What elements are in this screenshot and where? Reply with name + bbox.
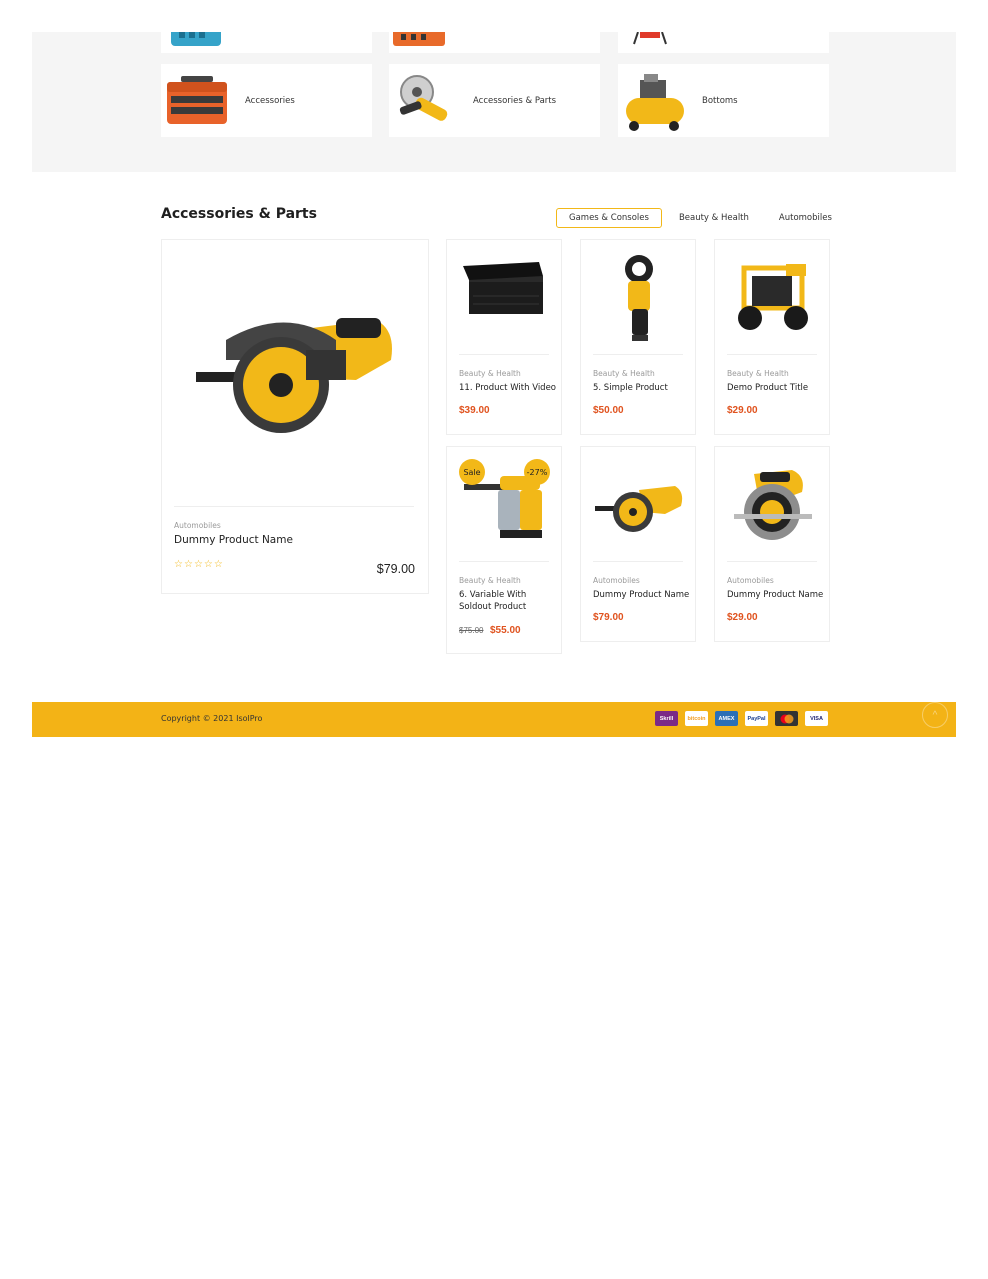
product-name[interactable]: 5. Simple Product: [593, 382, 668, 394]
payment-methods: Skrill bitcoin AMEX PayPal VISA: [655, 711, 828, 726]
product-category[interactable]: Beauty & Health: [459, 576, 521, 585]
footer: Copyright © 2021 IsolPro Skrill bitcoin …: [32, 702, 956, 737]
divider: [727, 354, 817, 355]
divider: [727, 561, 817, 562]
chevron-up-icon: ^: [932, 709, 938, 721]
skrill-icon: Skrill: [655, 711, 678, 726]
copyright-text: Copyright © 2021 IsolPro: [161, 714, 263, 723]
category-band: Accessories Accessories & Parts Bottoms: [32, 32, 956, 172]
category-label: Bottoms: [702, 95, 738, 106]
product-price: $39.00: [459, 405, 490, 416]
divider: [593, 354, 683, 355]
tool-chest-icon[interactable]: [455, 250, 555, 344]
star-icon: ☆: [174, 559, 183, 570]
star-icon: ☆: [193, 559, 203, 570]
bitcoin-icon: bitcoin: [685, 711, 708, 726]
circular-saw-icon[interactable]: [723, 459, 823, 553]
tab-beauty-health[interactable]: Beauty & Health: [666, 208, 762, 228]
scroll-to-top-button[interactable]: ^: [922, 702, 948, 728]
product-price: $29.00: [727, 405, 758, 416]
rating-stars: ☆ ☆ ☆ ☆ ☆: [174, 559, 223, 570]
product-name[interactable]: Demo Product Title: [727, 382, 808, 394]
tool-kit-icon: [389, 32, 463, 53]
category-card-bottoms[interactable]: Bottoms: [618, 64, 829, 137]
grinder-icon: [389, 68, 463, 134]
star-icon: ☆: [213, 559, 223, 570]
product-card[interactable]: Beauty & Health 11. Product With Video $…: [446, 239, 562, 435]
mastercard-icon: [775, 711, 798, 726]
product-name[interactable]: Dummy Product Name: [174, 534, 293, 546]
category-card[interactable]: [389, 32, 600, 53]
paypal-icon: PayPal: [745, 711, 768, 726]
socket-set-icon: [161, 32, 235, 53]
product-card[interactable]: Beauty & Health Demo Product Title $29.0…: [714, 239, 830, 435]
featured-product-card[interactable]: Automobiles Dummy Product Name ☆ ☆ ☆ ☆ ☆…: [161, 239, 429, 594]
category-label: Accessories: [245, 95, 295, 106]
category-card[interactable]: [161, 32, 372, 53]
product-card[interactable]: Sale -27% Beauty & Health 6. Variable Wi…: [446, 446, 562, 654]
product-category[interactable]: Automobiles: [727, 576, 774, 585]
product-price: $79.00: [593, 612, 624, 623]
product-price: $55.00: [490, 625, 521, 636]
compressor-icon: [618, 68, 692, 134]
circular-saw-icon[interactable]: [182, 290, 410, 450]
amex-icon: AMEX: [715, 711, 738, 726]
stand-icon: [618, 32, 692, 53]
product-category[interactable]: Beauty & Health: [459, 369, 521, 378]
product-name[interactable]: Dummy Product Name: [593, 589, 689, 601]
divider: [593, 561, 683, 562]
pressure-washer-icon[interactable]: [723, 250, 823, 344]
section-title: Accessories & Parts: [161, 206, 317, 222]
star-icon: ☆: [203, 559, 213, 570]
circular-saw-icon[interactable]: [589, 459, 689, 553]
category-tabs: Games & Consoles Beauty & Health Automob…: [556, 208, 849, 228]
divider: [459, 354, 549, 355]
product-category[interactable]: Beauty & Health: [593, 369, 655, 378]
product-name[interactable]: 6. Variable With Soldout Product: [459, 589, 555, 613]
product-price: $50.00: [593, 405, 624, 416]
product-name[interactable]: Dummy Product Name: [727, 589, 823, 601]
divider: [459, 561, 549, 562]
divider: [174, 506, 414, 507]
cable-cutter-icon[interactable]: [589, 250, 689, 344]
category-card-accessories-parts[interactable]: Accessories & Parts: [389, 64, 600, 137]
old-price: $75.00: [459, 626, 484, 635]
product-card[interactable]: Automobiles Dummy Product Name $29.00: [714, 446, 830, 642]
product-card[interactable]: Beauty & Health 5. Simple Product $50.00: [580, 239, 696, 435]
product-price: $29.00: [727, 612, 758, 623]
tab-games-consoles[interactable]: Games & Consoles: [556, 208, 662, 228]
category-card[interactable]: [618, 32, 829, 53]
visa-icon: VISA: [805, 711, 828, 726]
sale-badge: Sale: [459, 459, 485, 485]
product-category[interactable]: Automobiles: [593, 576, 640, 585]
tab-automobiles[interactable]: Automobiles: [766, 208, 845, 228]
toolbox-icon: [161, 68, 235, 134]
product-card[interactable]: Automobiles Dummy Product Name $79.00: [580, 446, 696, 642]
product-name[interactable]: 11. Product With Video: [459, 382, 556, 394]
discount-badge: -27%: [524, 459, 550, 485]
product-category[interactable]: Automobiles: [174, 521, 221, 530]
category-label: Accessories & Parts: [473, 95, 557, 106]
star-icon: ☆: [183, 559, 193, 570]
product-price: $79.00: [376, 562, 415, 576]
category-card-accessories[interactable]: Accessories: [161, 64, 372, 137]
product-category[interactable]: Beauty & Health: [727, 369, 789, 378]
